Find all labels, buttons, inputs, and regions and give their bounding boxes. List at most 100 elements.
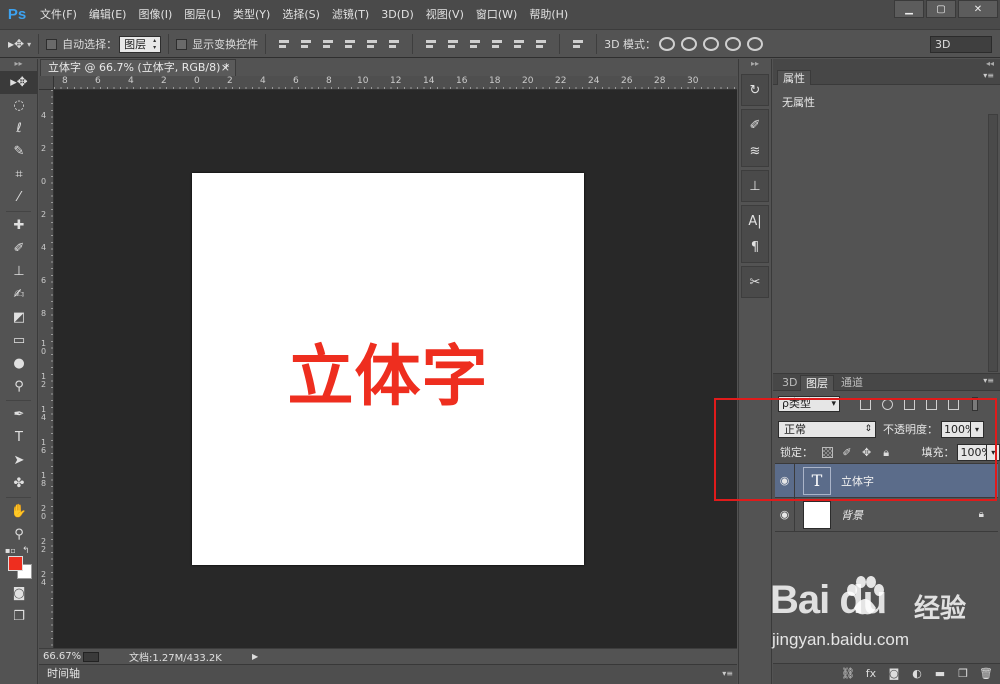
new-layer-icon[interactable]: ❐ (955, 667, 971, 681)
zoom-tool-icon[interactable]: ⚲ (0, 523, 38, 546)
panel-grip[interactable]: ▸▸ (0, 59, 37, 71)
menu-3d[interactable]: 3D(D) (375, 0, 420, 30)
type-tool-icon[interactable]: T (0, 426, 38, 449)
menu-window[interactable]: 窗口(W) (470, 0, 523, 30)
tab-channels[interactable]: 通道 (836, 375, 868, 391)
quick-mask-icon[interactable]: ◙ (0, 582, 38, 605)
dodge-tool-icon[interactable]: ⚲ (0, 375, 38, 398)
distribute-vcenter-icon[interactable] (446, 37, 460, 51)
brush-panel-icon[interactable]: ≋ (742, 138, 768, 164)
panel-menu-icon[interactable]: ▾≡ (722, 665, 733, 683)
scale-3d-icon[interactable] (747, 37, 764, 51)
screen-mode-icon[interactable]: ❐ (0, 605, 38, 628)
layer-name[interactable]: 背景 (841, 507, 863, 523)
canvas-text-layer[interactable]: 立体字 (288, 323, 489, 419)
vertical-ruler[interactable]: 4 2 0 2 4 6 8 1 0 1 2 1 4 1 6 1 8 2 0 2 … (39, 90, 54, 648)
auto-select-target[interactable]: 图层 (119, 35, 162, 53)
layer-row[interactable]: ◉ 背景 🔒︎ (775, 497, 998, 532)
menu-file[interactable]: 文件(F) (34, 0, 83, 30)
menu-view[interactable]: 视图(V) (420, 0, 470, 30)
quick-select-tool-icon[interactable]: ✎ (0, 140, 38, 163)
align-right-icon[interactable] (387, 37, 401, 51)
align-vcenter-icon[interactable] (299, 37, 313, 51)
panel-menu-icon[interactable]: ▾≡ (983, 376, 994, 385)
clone-source-icon[interactable]: ⊥ (742, 173, 768, 199)
menu-layer[interactable]: 图层(L) (178, 0, 227, 30)
tab-properties[interactable]: 属性 (777, 70, 811, 85)
document-window[interactable]: 8 6 4 2 0 2 4 6 8 10 12 14 16 18 20 22 2… (39, 76, 737, 648)
tab-layers[interactable]: 图层 (800, 375, 834, 391)
panel-menu-icon[interactable]: ▾≡ (983, 71, 994, 80)
close-button[interactable]: ✕ (958, 0, 998, 18)
menu-help[interactable]: 帮助(H) (523, 0, 574, 30)
move-tool-icon[interactable]: ▸✥ (8, 37, 24, 51)
panel-grip[interactable]: ▸▸ (739, 59, 771, 71)
distribute-hcenter-icon[interactable] (512, 37, 526, 51)
tool-preset-dropdown[interactable]: ▾ (27, 40, 31, 49)
menu-type[interactable]: 类型(Y) (227, 0, 276, 30)
foreground-color-swatch[interactable] (8, 556, 23, 571)
brush-tool-icon[interactable]: ✐ (0, 237, 38, 260)
hand-tool-icon[interactable]: ✋ (0, 500, 38, 523)
delete-layer-icon[interactable]: 🗑︎ (978, 667, 994, 681)
align-bottom-icon[interactable] (321, 37, 335, 51)
menu-filter[interactable]: 滤镜(T) (326, 0, 375, 30)
distribute-bottom-icon[interactable] (468, 37, 482, 51)
slide-3d-icon[interactable] (725, 37, 742, 51)
workspace-switcher[interactable]: 3D (930, 36, 992, 53)
properties-scrollbar[interactable] (988, 114, 998, 372)
brush-presets-icon[interactable]: ✐ (742, 112, 768, 138)
marquee-tool-icon[interactable]: ◌ (0, 94, 38, 117)
timeline-tab[interactable]: 时间轴 (47, 667, 80, 680)
show-transform-checkbox[interactable] (176, 38, 188, 50)
align-hcenter-icon[interactable] (365, 37, 379, 51)
horizontal-ruler[interactable]: 8 6 4 2 0 2 4 6 8 10 12 14 16 18 20 22 2… (54, 76, 737, 90)
document-tab[interactable]: 立体字 @ 66.7% (立体字, RGB/8) * × (40, 59, 236, 76)
crop-tool-icon[interactable]: ⌗ (0, 163, 38, 186)
close-document-icon[interactable]: × (221, 60, 230, 75)
minimize-button[interactable]: ▁ (894, 0, 924, 18)
clone-stamp-icon[interactable]: ⊥ (0, 260, 38, 283)
layer-style-icon[interactable]: fx (863, 667, 879, 681)
menu-select[interactable]: 选择(S) (276, 0, 326, 30)
history-panel-icon[interactable]: ↻ (742, 77, 768, 103)
eyedropper-tool-icon[interactable]: ⁄ (0, 186, 38, 209)
proof-icon[interactable] (83, 651, 99, 662)
menu-image[interactable]: 图像(I) (132, 0, 178, 30)
swap-colors-icon[interactable]: ↰ (22, 546, 30, 556)
distribute-right-icon[interactable] (534, 37, 548, 51)
character-panel-icon[interactable]: A| (742, 208, 768, 234)
auto-align-icon[interactable] (571, 37, 585, 51)
document-canvas[interactable]: 立体字 (192, 173, 584, 565)
rotate-3d-icon[interactable] (659, 37, 676, 51)
distribute-left-icon[interactable] (490, 37, 504, 51)
panel-grip[interactable]: ◂◂ (986, 59, 994, 68)
ruler-origin[interactable] (39, 76, 54, 90)
tool-presets-icon[interactable]: ✂ (742, 269, 768, 295)
history-brush-icon[interactable]: ✍ (0, 283, 38, 306)
add-mask-icon[interactable]: ◙ (886, 667, 902, 681)
shape-tool-icon[interactable]: ✤ (0, 472, 38, 495)
distribute-top-icon[interactable] (424, 37, 438, 51)
visibility-eye-icon[interactable]: ◉ (775, 497, 795, 532)
gradient-tool-icon[interactable]: ▭ (0, 329, 38, 352)
drag-3d-icon[interactable] (703, 37, 720, 51)
align-left-icon[interactable] (343, 37, 357, 51)
pen-tool-icon[interactable]: ✒ (0, 403, 38, 426)
maximize-button[interactable]: ▢ (926, 0, 956, 18)
timeline-panel[interactable]: 时间轴 ▾≡ (39, 664, 737, 684)
adjustment-layer-icon[interactable]: ◐ (909, 667, 925, 681)
new-group-icon[interactable]: ▬ (932, 667, 948, 681)
zoom-level[interactable]: 66.67% (39, 651, 83, 662)
default-colors-icon[interactable]: ▪▫ (5, 546, 16, 555)
status-menu-arrow-icon[interactable]: ▶ (252, 652, 258, 661)
lasso-tool-icon[interactable]: ℓ (0, 117, 38, 140)
move-tool-icon[interactable]: ▸✥ (0, 71, 38, 94)
link-layers-icon[interactable]: ⛓ (840, 667, 856, 681)
eraser-tool-icon[interactable]: ◩ (0, 306, 38, 329)
auto-select-checkbox[interactable] (46, 38, 58, 50)
healing-brush-icon[interactable]: ✚ (0, 214, 38, 237)
roll-3d-icon[interactable] (681, 37, 698, 51)
menu-edit[interactable]: 编辑(E) (83, 0, 133, 30)
align-top-icon[interactable] (277, 37, 291, 51)
